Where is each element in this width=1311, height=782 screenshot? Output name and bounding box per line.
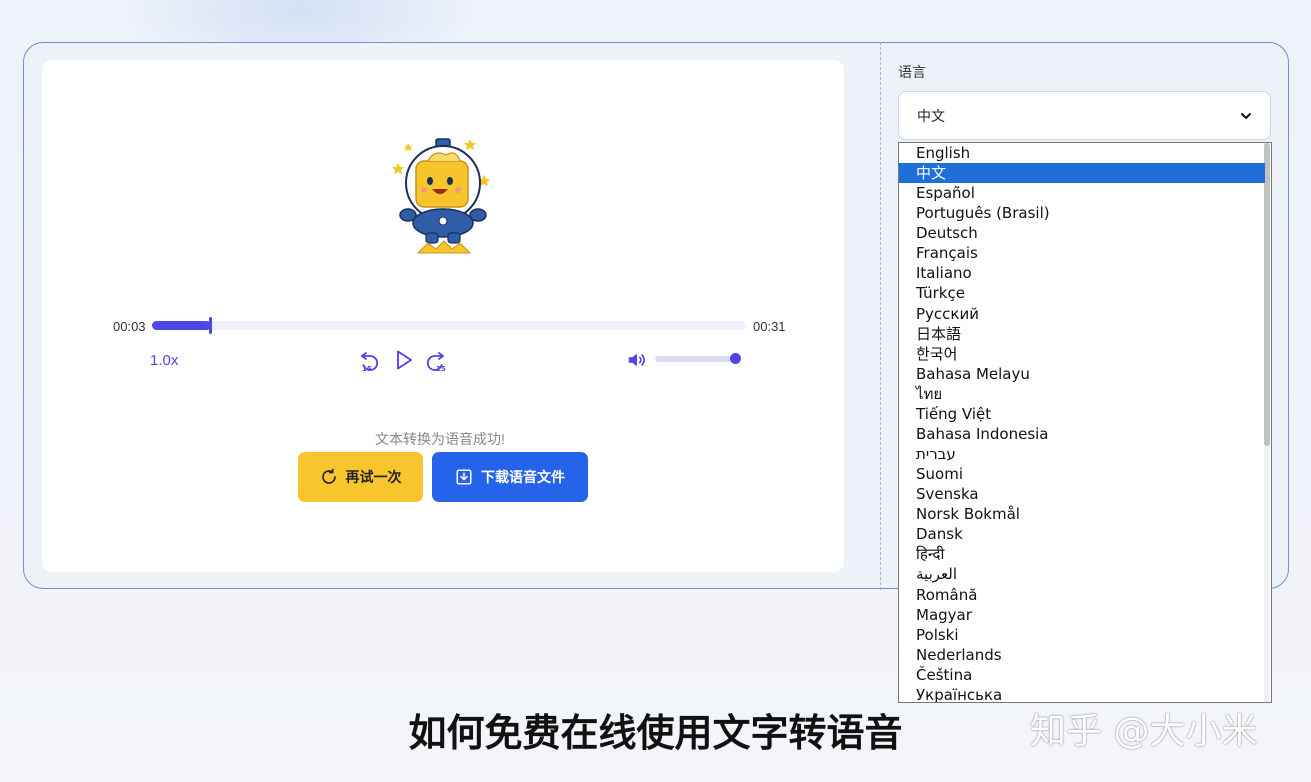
retry-button[interactable]: 再试一次	[298, 452, 423, 502]
language-label: 语言	[898, 64, 926, 80]
panel-divider	[880, 42, 881, 590]
language-option[interactable]: Bahasa Indonesia	[899, 424, 1265, 444]
download-audio-button[interactable]: 下载语音文件	[432, 452, 588, 502]
language-option[interactable]: English	[899, 143, 1265, 163]
language-option[interactable]: Suomi	[899, 464, 1265, 484]
language-option[interactable]: 日本語	[899, 324, 1265, 344]
language-dropdown-list[interactable]: English 中文 Español Português (Brasil) Deutsc…	[898, 142, 1272, 703]
language-option[interactable]: Čeština	[899, 665, 1265, 685]
language-option[interactable]: Français	[899, 243, 1265, 263]
chevron-down-icon	[1241, 112, 1251, 119]
volume-icon[interactable]	[626, 349, 648, 371]
language-option[interactable]: Türkçe	[899, 283, 1265, 303]
forward-15-icon[interactable]: 15	[424, 348, 448, 372]
language-option[interactable]: Polski	[899, 625, 1265, 645]
language-option[interactable]: Română	[899, 585, 1265, 605]
language-option[interactable]: ไทย	[899, 384, 1265, 404]
download-label: 下载语音文件	[481, 470, 565, 486]
play-icon[interactable]	[391, 348, 415, 372]
astronaut-mascot-illustration	[392, 138, 490, 254]
language-option[interactable]: Deutsch	[899, 223, 1265, 243]
language-option[interactable]: Português (Brasil)	[899, 203, 1265, 223]
rewind-15-icon[interactable]: 15	[357, 348, 381, 372]
language-option[interactable]: Svenska	[899, 484, 1265, 504]
language-option[interactable]: Tiếng Việt	[899, 404, 1265, 424]
refresh-icon	[321, 468, 336, 484]
volume-thumb[interactable]	[729, 353, 741, 364]
language-option[interactable]: 中文	[899, 163, 1265, 184]
language-select[interactable]: 中文	[898, 91, 1271, 140]
language-option[interactable]: Nederlands	[899, 645, 1265, 665]
language-option[interactable]: Dansk	[899, 524, 1265, 544]
language-option[interactable]: Русский	[899, 304, 1265, 324]
language-option[interactable]: Magyar	[899, 605, 1265, 625]
watermark: 知乎 @大小米	[1030, 711, 1258, 752]
retry-label: 再试一次	[345, 470, 402, 486]
language-selected-value: 中文	[917, 107, 945, 124]
current-time: 00:03	[113, 319, 146, 334]
language-option[interactable]: Norsk Bokmål	[899, 504, 1265, 524]
language-option[interactable]: 한국어	[899, 344, 1265, 364]
language-option[interactable]: Italiano	[899, 263, 1265, 283]
language-option[interactable]: Bahasa Melayu	[899, 364, 1265, 384]
total-time: 00:31	[753, 319, 786, 334]
download-icon	[456, 469, 472, 485]
volume-slider[interactable]	[655, 356, 739, 362]
conversion-status: 文本转换为语音成功!	[375, 431, 505, 447]
language-option[interactable]: עברית	[899, 444, 1265, 464]
svg-text:15: 15	[362, 365, 372, 372]
language-option[interactable]: Español	[899, 183, 1265, 203]
progress-thumb[interactable]	[209, 317, 213, 334]
language-option[interactable]: Українська	[899, 685, 1265, 702]
svg-text:15: 15	[436, 365, 446, 372]
progress-fill	[152, 321, 212, 330]
progress-bar[interactable]	[152, 317, 746, 334]
language-option[interactable]: العربية	[899, 564, 1265, 584]
playback-speed-button[interactable]: 1.0x	[150, 352, 178, 369]
language-option[interactable]: हिन्दी	[899, 544, 1265, 564]
